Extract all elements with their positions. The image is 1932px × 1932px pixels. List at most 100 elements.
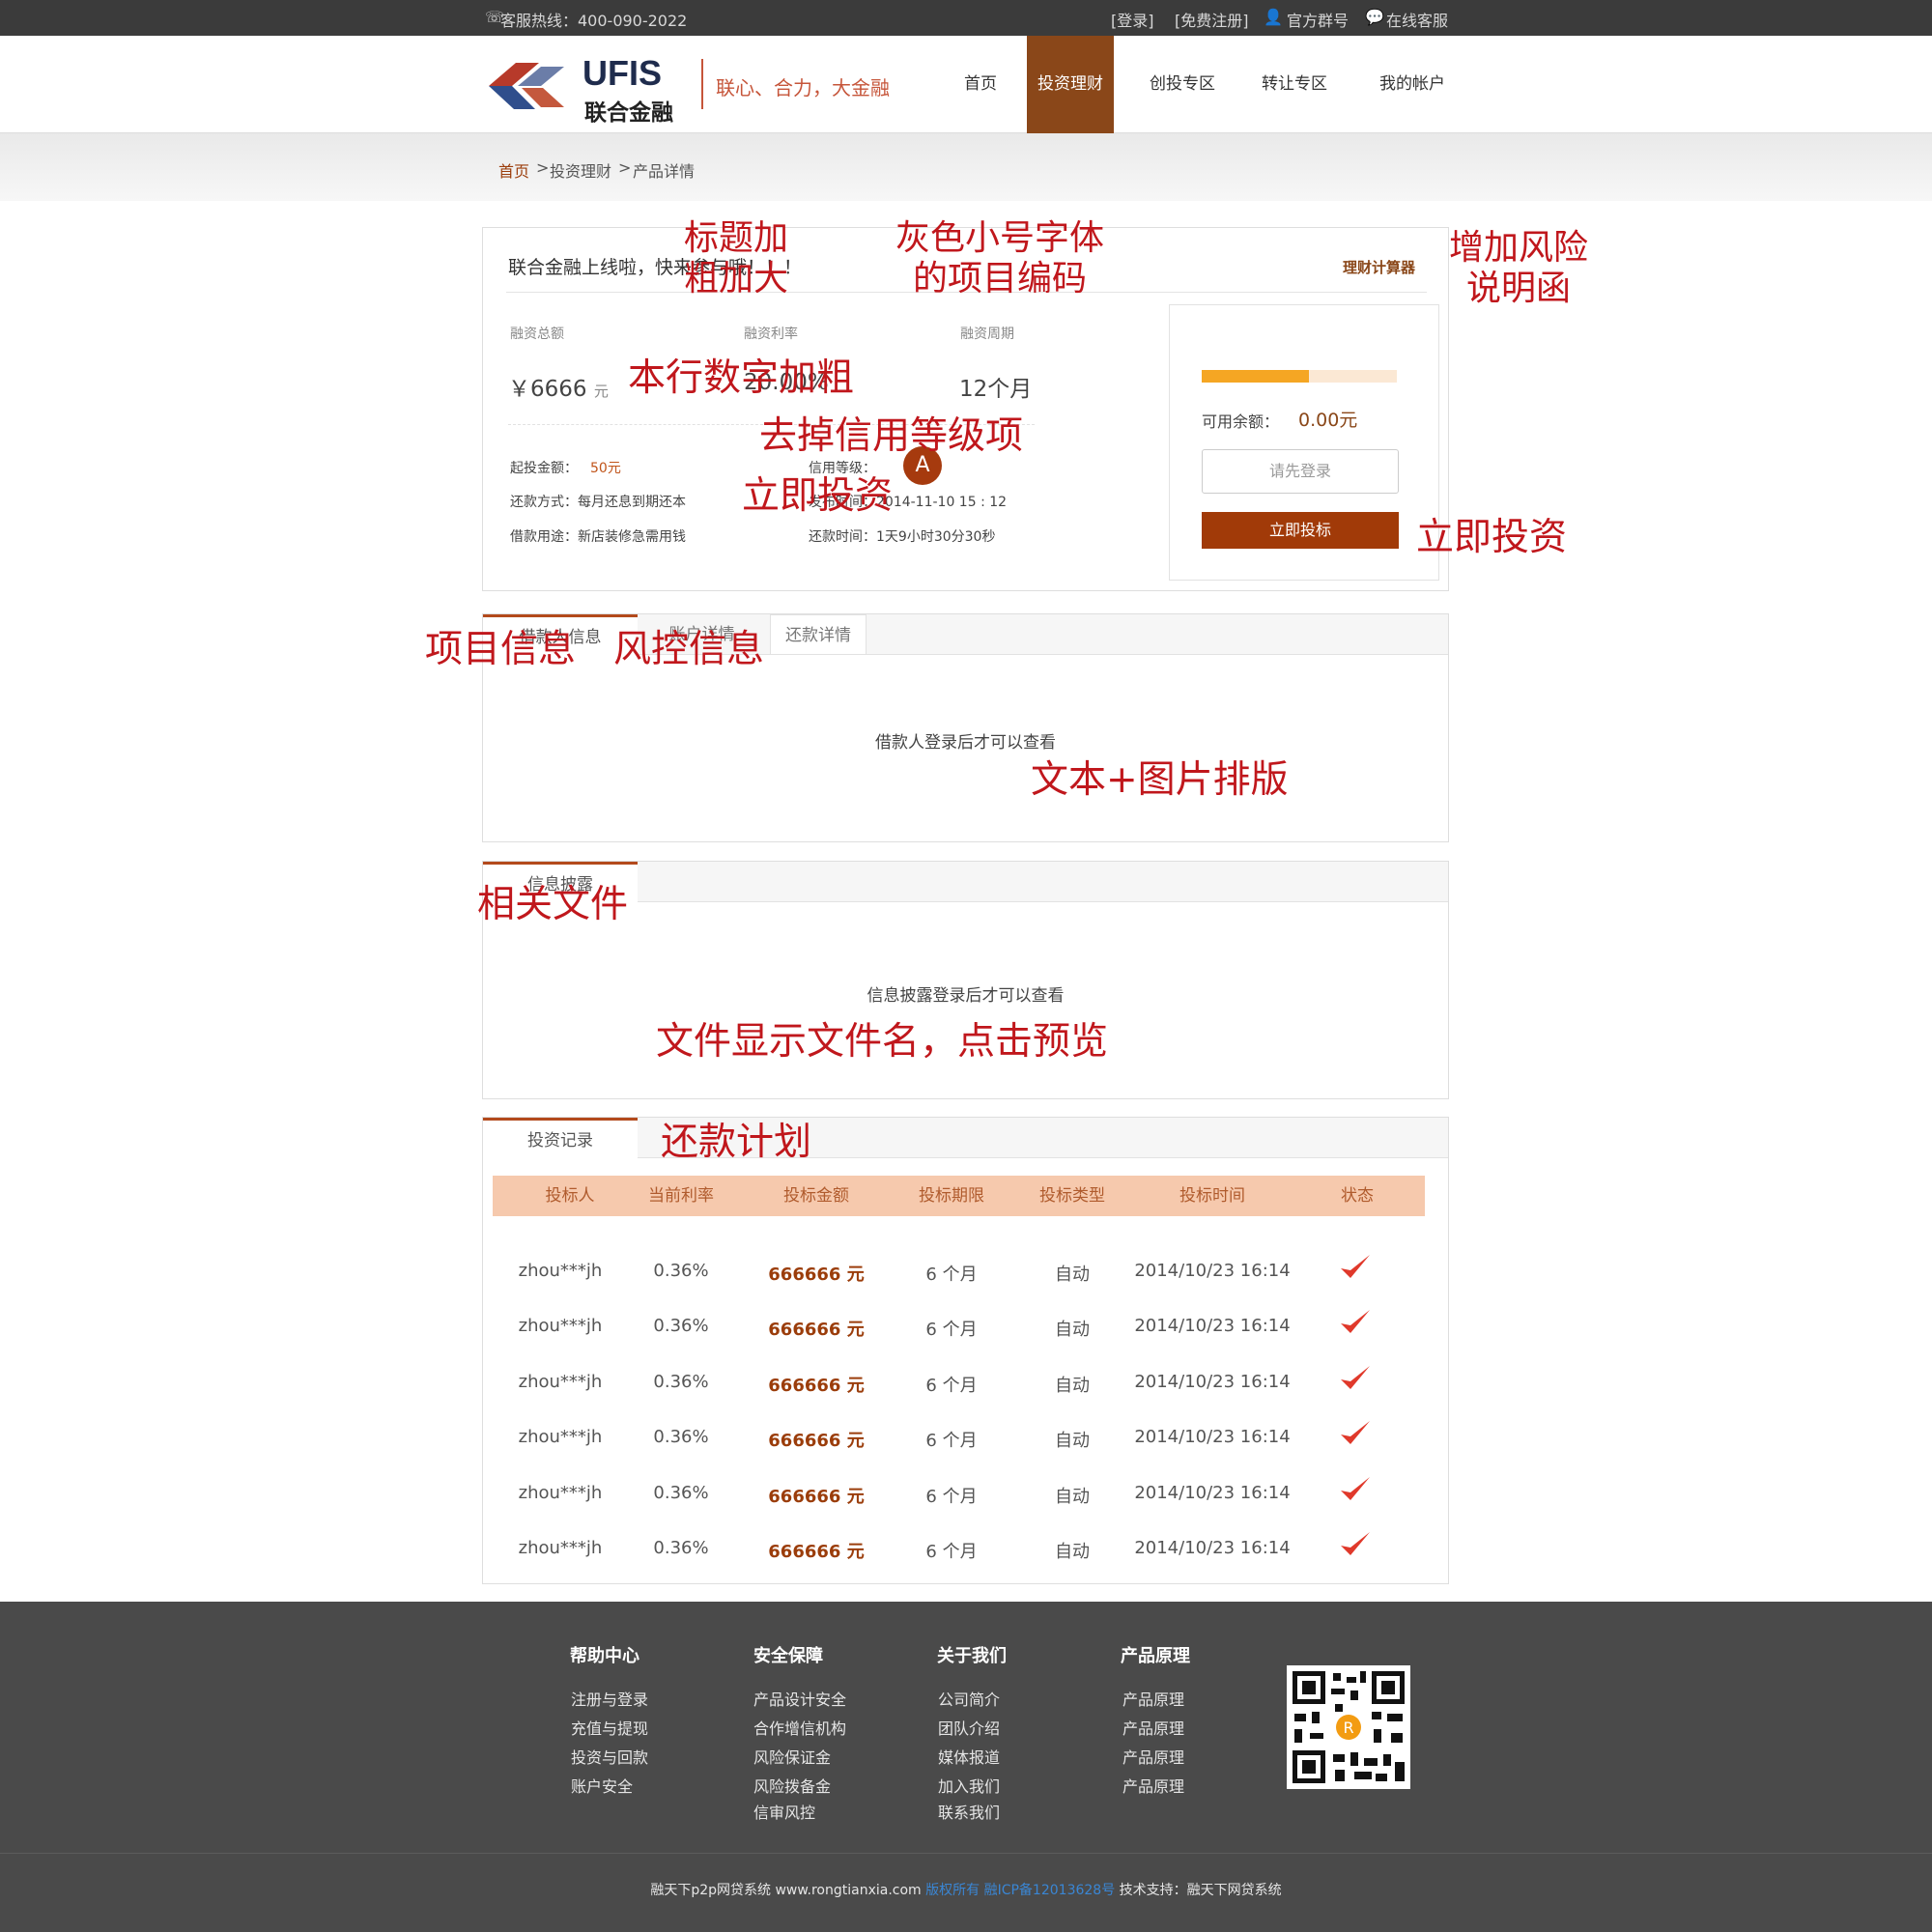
annotation-text-image: 文本+图片排版 xyxy=(1031,758,1289,802)
table-row: zhou***jh 0.36% 666666 元 6 个月 自动 2014/10/23 1… xyxy=(493,1255,1425,1290)
footer-link[interactable]: 产品原理 xyxy=(1122,1716,1184,1739)
chat-icon: 💬 xyxy=(1365,8,1384,26)
login-first-button[interactable]: 请先登录 xyxy=(1202,449,1399,494)
table-row: zhou***jh 0.36% 666666 元 6 个月 自动 2014/10/23 1… xyxy=(493,1532,1425,1567)
cell-rate: 0.36% xyxy=(653,1371,709,1392)
balance-label: 可用余额： xyxy=(1202,412,1280,431)
period-label: 融资周期 xyxy=(960,327,1014,342)
cell-type: 自动 xyxy=(1055,1542,1090,1562)
records-table-header: 投标人 当前利率 投标金额 投标期限 投标类型 投标时间 状态 xyxy=(493,1176,1425,1216)
borrower-locked-message: 借款人登录后才可以查看 xyxy=(875,733,1056,753)
annotation-file-preview: 文件显示文件名，点击预览 xyxy=(656,1020,1109,1064)
total-unit: 元 xyxy=(593,383,609,400)
progress-track xyxy=(1202,370,1397,383)
copyright-icp[interactable]: 版权所有 融ICP备12013628号 xyxy=(925,1883,1115,1898)
total-amount: 6666 xyxy=(530,377,587,402)
table-row: zhou***jh 0.36% 666666 元 6 个月 自动 2014/10/23 1… xyxy=(493,1365,1425,1401)
progress-fill xyxy=(1202,370,1310,383)
footer-link[interactable]: 充值与提现 xyxy=(571,1716,648,1739)
cell-term: 6 个月 xyxy=(925,1431,978,1452)
breadcrumb: 首页 > 投资理财 > 产品详情 xyxy=(0,133,1932,201)
total-value: ￥6666 元 xyxy=(508,370,609,403)
footer-link[interactable]: 联系我们 xyxy=(938,1800,1000,1823)
table-row: zhou***jh 0.36% 666666 元 6 个月 自动 2014/10/23 1… xyxy=(493,1310,1425,1345)
annotation-invest-now-mid: 立即投资 xyxy=(742,474,894,518)
footer-link[interactable]: 合作增信机构 xyxy=(753,1716,846,1739)
cell-time: 2014/10/23 16:14 xyxy=(1134,1482,1291,1503)
footer-link[interactable]: 信审风控 xyxy=(753,1800,815,1823)
col-time: 投标时间 xyxy=(1179,1186,1245,1206)
footer-link[interactable]: 产品原理 xyxy=(1122,1687,1184,1710)
col-type: 投标类型 xyxy=(1039,1186,1105,1206)
period-value: 12个月 xyxy=(959,377,1033,402)
footer-link[interactable]: 产品原理 xyxy=(1122,1745,1184,1768)
annotation-remove-credit: 去掉信用等级项 xyxy=(759,414,1024,458)
rate-label: 融资利率 xyxy=(744,327,798,342)
online-service-link[interactable]: 在线客服 xyxy=(1386,8,1448,31)
copyright-site: 融天下p2p网贷系统 www.rongtianxia.com xyxy=(650,1883,922,1898)
register-link[interactable]: [免费注册] xyxy=(1175,8,1249,31)
annotation-risk-info: 风控信息 xyxy=(613,628,765,671)
loan-usage: 借款用途：新店装修急需用钱 xyxy=(510,529,686,545)
records-panel: 投资记录 投标人 当前利率 投标金额 投标期限 投标类型 投标时间 状态 zho… xyxy=(482,1117,1449,1584)
cell-rate: 0.36% xyxy=(653,1482,709,1503)
nav-venture[interactable]: 创投专区 xyxy=(1136,36,1229,133)
tab-invest-records[interactable]: 投资记录 xyxy=(483,1118,638,1158)
breadcrumb-home[interactable]: 首页 xyxy=(498,158,529,182)
countdown: 还款时间：1天9小时30分30秒 xyxy=(809,529,996,545)
footer-link[interactable]: 加入我们 xyxy=(938,1774,1000,1797)
qr-code-icon: R xyxy=(1287,1665,1410,1789)
cell-investor: zhou***jh xyxy=(518,1538,603,1558)
cell-type: 自动 xyxy=(1055,1431,1090,1452)
annotation-invest-now-right: 立即投资 xyxy=(1416,516,1568,559)
footer-link[interactable]: 账户安全 xyxy=(571,1774,633,1797)
cell-time: 2014/10/23 16:14 xyxy=(1134,1371,1291,1392)
balance-value: 0.00元 xyxy=(1298,410,1358,431)
footer-link[interactable]: 产品设计安全 xyxy=(753,1687,846,1710)
check-icon xyxy=(1339,1419,1372,1452)
tab-repayment-details[interactable]: 还款详情 xyxy=(770,614,867,655)
group-link[interactable]: 官方群号 xyxy=(1287,8,1349,31)
footer-link[interactable]: 风险保证金 xyxy=(753,1745,831,1768)
total-label: 融资总额 xyxy=(510,327,564,342)
disclosure-locked-message: 信息披露登录后才可以查看 xyxy=(867,986,1065,1006)
annotation-project-info: 项目信息 xyxy=(425,628,577,671)
breadcrumb-sep: > xyxy=(536,158,550,177)
cell-amount: 666666 元 xyxy=(768,1431,865,1452)
invest-box: 可用余额： 0.00元 请先登录 立即投标 xyxy=(1169,304,1439,581)
records-table-body: zhou***jh 0.36% 666666 元6 个月 自动 2014/10/23 1… xyxy=(493,1216,1425,1574)
table-row: zhou***jh 0.36% 666666 元 6 个月 自动 2014/10/23 1… xyxy=(493,1476,1425,1512)
cell-investor: zhou***jh xyxy=(518,1427,603,1448)
invest-now-button[interactable]: 立即投标 xyxy=(1202,512,1399,549)
footer-link[interactable]: 风险拨备金 xyxy=(753,1774,831,1797)
cell-term: 6 个月 xyxy=(925,1486,978,1507)
col-investor: 投标人 xyxy=(545,1186,595,1206)
nav-home[interactable]: 首页 xyxy=(947,36,1014,133)
footer-link[interactable]: 公司简介 xyxy=(938,1687,1000,1710)
footer-link[interactable]: 产品原理 xyxy=(1122,1774,1184,1797)
footer-link[interactable]: 团队介绍 xyxy=(938,1716,1000,1739)
nav-transfer[interactable]: 转让专区 xyxy=(1248,36,1341,133)
footer-link[interactable]: 注册与登录 xyxy=(571,1687,648,1710)
check-icon xyxy=(1339,1364,1372,1397)
annotation-title-bold: 标题加 粗加大 xyxy=(683,218,788,298)
login-link[interactable]: [登录] xyxy=(1111,8,1154,31)
table-row: zhou***jh 0.36% 666666 元 6 个月 自动 2014/10/23 1… xyxy=(493,1421,1425,1456)
cell-time: 2014/10/23 16:14 xyxy=(1134,1538,1291,1558)
cell-amount: 666666 元 xyxy=(768,1486,865,1507)
ufis-logo-icon[interactable] xyxy=(483,57,570,115)
nav-account[interactable]: 我的帐户 xyxy=(1366,36,1459,133)
footer-link[interactable]: 媒体报道 xyxy=(938,1745,1000,1768)
cell-amount: 666666 元 xyxy=(768,1264,865,1285)
repay-method: 还款方式：每月还息到期还本 xyxy=(510,495,686,510)
cell-amount: 666666 元 xyxy=(768,1542,865,1562)
footer-link[interactable]: 投资与回款 xyxy=(571,1745,648,1768)
col-status: 状态 xyxy=(1341,1186,1374,1206)
nav-invest[interactable]: 投资理财 xyxy=(1027,36,1114,133)
site-footer: 帮助中心 安全保障 关于我们 产品原理 注册与登录 充值与提现 投资与回款 账户… xyxy=(0,1602,1932,1932)
calculator-link[interactable]: 理财计算器 xyxy=(1343,257,1415,277)
cell-investor: zhou***jh xyxy=(518,1316,603,1337)
cell-amount: 666666 元 xyxy=(768,1320,865,1341)
min-label: 起投金额： xyxy=(510,461,578,476)
breadcrumb-invest[interactable]: 投资理财 xyxy=(550,158,611,182)
